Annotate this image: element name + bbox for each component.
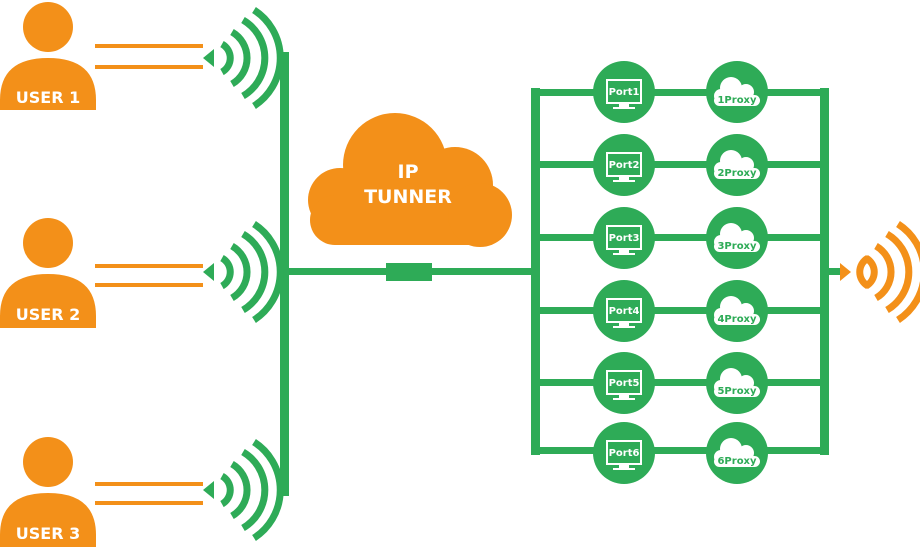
- user-3: USER 3: [0, 437, 203, 547]
- port-label: Port1: [609, 87, 640, 98]
- port-node: Port2: [593, 134, 655, 196]
- port-label: Port4: [609, 306, 640, 317]
- signal-lines: [95, 44, 203, 69]
- proxy-node: 6Proxy: [706, 422, 768, 484]
- port-node: Port1: [593, 61, 655, 123]
- cloud-title-line2: TUNNER: [364, 186, 452, 208]
- user-label: USER 1: [16, 88, 80, 107]
- rung: [535, 89, 825, 96]
- port-node: Port3: [593, 207, 655, 269]
- trunk-connector: [386, 263, 432, 281]
- wifi-signal-icon: [203, 7, 284, 109]
- port-label: Port5: [609, 378, 640, 389]
- rung: [535, 447, 825, 454]
- user-2: USER 2: [0, 218, 203, 328]
- wifi-signal-icon: [203, 221, 284, 323]
- ladder-rungs: [535, 89, 825, 454]
- signal-lines: [95, 482, 203, 505]
- port-node: Port4: [593, 280, 655, 342]
- proxy-label: 1Proxy: [717, 95, 757, 106]
- port-node: Port6: [593, 422, 655, 484]
- rung: [535, 379, 825, 386]
- proxy-label: 4Proxy: [717, 314, 757, 325]
- user-label: USER 3: [16, 524, 80, 543]
- ip-tunner-cloud: IP TUNNER: [308, 113, 512, 247]
- port-label: Port2: [609, 160, 640, 171]
- proxy-node: 3Proxy: [706, 207, 768, 269]
- cloud-title-line1: IP: [398, 161, 419, 183]
- proxy-label: 3Proxy: [717, 241, 757, 252]
- user-1: USER 1: [0, 2, 203, 110]
- port-label: Port3: [609, 233, 640, 244]
- proxy-node: 4Proxy: [706, 280, 768, 342]
- rung: [535, 307, 825, 314]
- rung: [535, 234, 825, 241]
- proxy-node: 2Proxy: [706, 134, 768, 196]
- port-node: Port5: [593, 352, 655, 414]
- ladder-right-rail: [820, 88, 829, 455]
- proxy-label: 2Proxy: [717, 168, 757, 179]
- user-label: USER 2: [16, 305, 80, 324]
- proxy-label: 5Proxy: [717, 386, 757, 397]
- ip-tunnel-diagram: USER 1 USER 2 USER 3 IP TUNNER Port1 1Pr…: [0, 2, 920, 547]
- signal-lines: [95, 264, 203, 287]
- ladder-left-rail: [531, 88, 540, 455]
- output-wifi-icon: [840, 221, 920, 323]
- proxy-node: 1Proxy: [706, 61, 768, 123]
- rung: [535, 161, 825, 168]
- proxy-node: 5Proxy: [706, 352, 768, 414]
- port-label: Port6: [609, 448, 640, 459]
- proxy-label: 6Proxy: [717, 456, 757, 467]
- wifi-signal-icon: [203, 439, 284, 541]
